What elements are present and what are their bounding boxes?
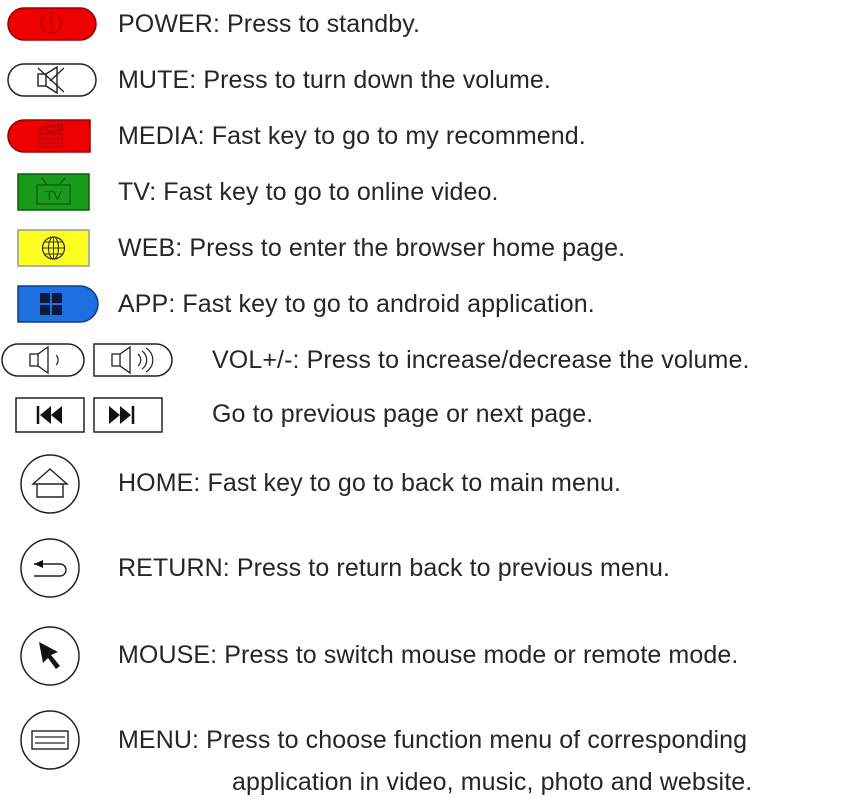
menu-icon xyxy=(20,710,80,770)
tv-icon: TV xyxy=(17,173,90,211)
legend-row-tv: TV TV: Fast key to go to online video. xyxy=(0,168,854,216)
home-description: HOME: Fast key to go to back to main men… xyxy=(118,469,622,497)
power-icon xyxy=(7,7,97,41)
tv-description: TV: Fast key to go to online video. xyxy=(118,178,499,206)
volume-down-icon xyxy=(1,343,85,377)
mute-speaker-icon xyxy=(7,63,97,97)
volume-description: VOL+/-: Press to increase/decrease the v… xyxy=(212,346,750,374)
legend-row-app: APP: Fast key to go to android applicati… xyxy=(0,280,854,328)
legend-row-home: HOME: Fast key to go to back to main men… xyxy=(0,452,854,516)
globe-icon xyxy=(17,229,90,267)
clapperboard-icon xyxy=(7,119,91,153)
legend-row-page: Go to previous page or next page. xyxy=(0,392,854,440)
web-description: WEB: Press to enter the browser home pag… xyxy=(118,234,626,262)
app-grid-icon xyxy=(17,285,99,323)
mouse-pointer-icon xyxy=(20,626,80,686)
app-description: APP: Fast key to go to android applicati… xyxy=(118,290,595,318)
legend-row-power: POWER: Press to standby. xyxy=(0,0,854,48)
legend-row-menu: MENU: Press to choose function menu of c… xyxy=(0,710,854,807)
legend-row-mouse: MOUSE: Press to switch mouse mode or rem… xyxy=(0,624,854,688)
home-icon xyxy=(20,454,80,514)
page-description: Go to previous page or next page. xyxy=(212,400,594,428)
return-description: RETURN: Press to return back to previous… xyxy=(118,554,671,582)
volume-up-icon xyxy=(93,343,173,377)
legend-row-mute: MUTE: Press to turn down the volume. xyxy=(0,56,854,104)
legend-row-return: RETURN: Press to return back to previous… xyxy=(0,538,854,602)
menu-description-line-2: application in video, music, photo and w… xyxy=(232,768,753,796)
svg-text:TV: TV xyxy=(45,188,62,203)
return-arrow-icon xyxy=(20,538,80,598)
legend-row-volume: VOL+/-: Press to increase/decrease the v… xyxy=(0,336,854,384)
media-description: MEDIA: Fast key to go to my recommend. xyxy=(118,122,586,150)
next-page-icon xyxy=(93,397,163,433)
menu-description-line-1: MENU: Press to choose function menu of c… xyxy=(118,726,748,754)
mouse-description: MOUSE: Press to switch mouse mode or rem… xyxy=(118,641,739,669)
legend-row-web: WEB: Press to enter the browser home pag… xyxy=(0,224,854,272)
legend-row-media: MEDIA: Fast key to go to my recommend. xyxy=(0,112,854,160)
power-description: POWER: Press to standby. xyxy=(118,10,421,38)
previous-page-icon xyxy=(15,397,85,433)
mute-description: MUTE: Press to turn down the volume. xyxy=(118,66,551,94)
